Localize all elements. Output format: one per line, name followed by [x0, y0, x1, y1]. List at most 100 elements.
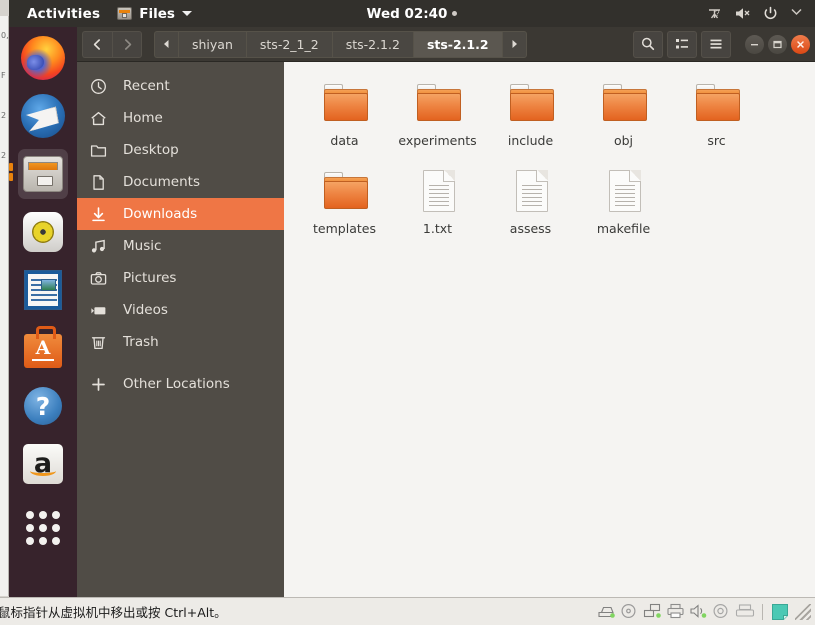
file-item-include[interactable]: include: [484, 74, 577, 148]
libreoffice-writer-icon: [24, 270, 62, 310]
dock-item-rhythmbox[interactable]: [18, 207, 68, 257]
resize-grip-icon[interactable]: [795, 603, 811, 620]
strip-fragment: F: [1, 71, 6, 80]
dock-item-firefox[interactable]: [18, 33, 68, 83]
sidebar-item-desktop[interactable]: Desktop: [77, 134, 284, 166]
dock-item-help[interactable]: ?: [18, 381, 68, 431]
sidebar-item-music[interactable]: Music: [77, 230, 284, 262]
breadcrumb-item-sts-2-1-2-underscore[interactable]: sts-2_1_2: [245, 30, 332, 58]
power-icon[interactable]: [762, 5, 779, 22]
harddisk-icon[interactable]: [597, 603, 617, 621]
dock-item-software[interactable]: [18, 323, 68, 373]
file-item-label: include: [507, 133, 554, 148]
close-button[interactable]: [791, 34, 810, 54]
forward-button[interactable]: [112, 30, 142, 58]
clock-button[interactable]: Wed 02:40: [337, 6, 487, 22]
sticky-note-icon[interactable]: [770, 603, 790, 621]
file-grid[interactable]: data experiments include obj src templat…: [284, 62, 815, 597]
activities-button[interactable]: Activities: [9, 6, 109, 22]
search-button[interactable]: [633, 30, 663, 58]
file-item-label: templates: [313, 221, 376, 236]
ubuntu-software-icon: [24, 326, 62, 368]
sidebar-item-downloads[interactable]: Downloads: [77, 198, 284, 230]
text-file-icon: [505, 168, 557, 216]
window-controls: [745, 34, 810, 54]
sidebar-item-label: Desktop: [123, 142, 179, 158]
caret-down-icon[interactable]: [790, 5, 807, 22]
file-item-obj[interactable]: obj: [577, 74, 670, 148]
dock-item-amazon[interactable]: a: [18, 439, 68, 489]
sidebar-item-label: Recent: [123, 78, 170, 94]
places-sidebar: Recent Home Desktop Documents Downloads …: [77, 62, 284, 597]
sidebar-item-pictures[interactable]: Pictures: [77, 262, 284, 294]
file-item-label: obj: [613, 133, 634, 148]
files-window: shiyan sts-2_1_2 sts-2.1.2 sts-2.1.2 Rec…: [77, 27, 815, 597]
sound-icon[interactable]: [689, 603, 709, 621]
disc-icon[interactable]: [712, 603, 732, 621]
file-item-label: 1.txt: [422, 221, 453, 236]
folder-icon: [319, 80, 371, 128]
file-item-templates[interactable]: templates: [298, 162, 391, 236]
file-item-data[interactable]: data: [298, 74, 391, 148]
network-icon[interactable]: [643, 603, 663, 621]
sidebar-item-home[interactable]: Home: [77, 102, 284, 134]
sidebar-item-videos[interactable]: Videos: [77, 294, 284, 326]
scanner-icon[interactable]: [735, 603, 755, 621]
accessibility-icon[interactable]: ?: [706, 5, 723, 22]
folder-icon: [412, 80, 464, 128]
breadcrumb-item-current[interactable]: sts-2.1.2: [412, 30, 502, 58]
window-headerbar: shiyan sts-2_1_2 sts-2.1.2 sts-2.1.2: [77, 27, 815, 62]
back-button[interactable]: [82, 30, 112, 58]
firefox-icon: [21, 36, 65, 80]
breadcrumb-item-sts-2-1-2[interactable]: sts-2.1.2: [331, 30, 413, 58]
sidebar-item-documents[interactable]: Documents: [77, 166, 284, 198]
app-grid-icon: [26, 511, 60, 545]
vmware-device-icons: [597, 603, 815, 621]
sidebar-item-trash[interactable]: Trash: [77, 326, 284, 358]
printer-icon[interactable]: [666, 603, 686, 621]
dock-item-show-apps[interactable]: [18, 497, 68, 547]
download-icon: [89, 205, 107, 223]
dock-item-files[interactable]: [9, 149, 68, 199]
vmware-status-message: 鼠标指针从虚拟机中移出或按 Ctrl+Alt。: [0, 605, 227, 620]
file-item-1-txt[interactable]: 1.txt: [391, 162, 484, 236]
thunderbird-icon: [21, 94, 65, 138]
system-tray: ?: [706, 0, 807, 27]
dock-item-thunderbird[interactable]: [18, 91, 68, 141]
svg-text:?: ?: [715, 9, 720, 18]
dock-item-writer[interactable]: [18, 265, 68, 315]
sidebar-item-label: Home: [123, 110, 163, 126]
text-file-icon: [412, 168, 464, 216]
file-item-src[interactable]: src: [670, 74, 763, 148]
ubuntu-desktop: Activities Files Wed 02:40 ? A ? a shiya…: [9, 0, 815, 597]
folder-icon: [505, 80, 557, 128]
sidebar-item-label: Documents: [123, 174, 200, 190]
text-file-icon: [598, 168, 650, 216]
file-item-assess[interactable]: assess: [484, 162, 577, 236]
folder-icon: [691, 80, 743, 128]
folder-icon: [319, 168, 371, 216]
sidebar-item-other-locations[interactable]: Other Locations: [77, 368, 284, 400]
breadcrumb-scroll-right[interactable]: [501, 30, 527, 58]
maximize-button[interactable]: [768, 34, 787, 54]
sidebar-item-recent[interactable]: Recent: [77, 70, 284, 102]
breadcrumb-item-shiyan[interactable]: shiyan: [178, 30, 246, 58]
minimize-button[interactable]: [745, 34, 764, 54]
plus-icon: [89, 375, 107, 393]
volume-muted-icon[interactable]: [734, 5, 751, 22]
file-item-experiments[interactable]: experiments: [391, 74, 484, 148]
breadcrumb-scroll-left[interactable]: [154, 30, 178, 58]
menu-button[interactable]: [701, 30, 731, 58]
cd-icon[interactable]: [620, 603, 640, 621]
clock-label: Wed 02:40: [366, 5, 448, 22]
file-item-label: src: [707, 133, 726, 148]
file-item-makefile[interactable]: makefile: [577, 162, 670, 236]
clock-icon: [89, 77, 107, 95]
view-options-button[interactable]: [667, 30, 697, 58]
folder-icon: [598, 80, 650, 128]
app-menu-button[interactable]: Files: [109, 6, 200, 22]
sidebar-item-label: Videos: [123, 302, 168, 318]
sidebar-item-label: Music: [123, 238, 162, 254]
caret-down-icon: [181, 11, 192, 16]
recording-dot-icon: [452, 11, 458, 16]
